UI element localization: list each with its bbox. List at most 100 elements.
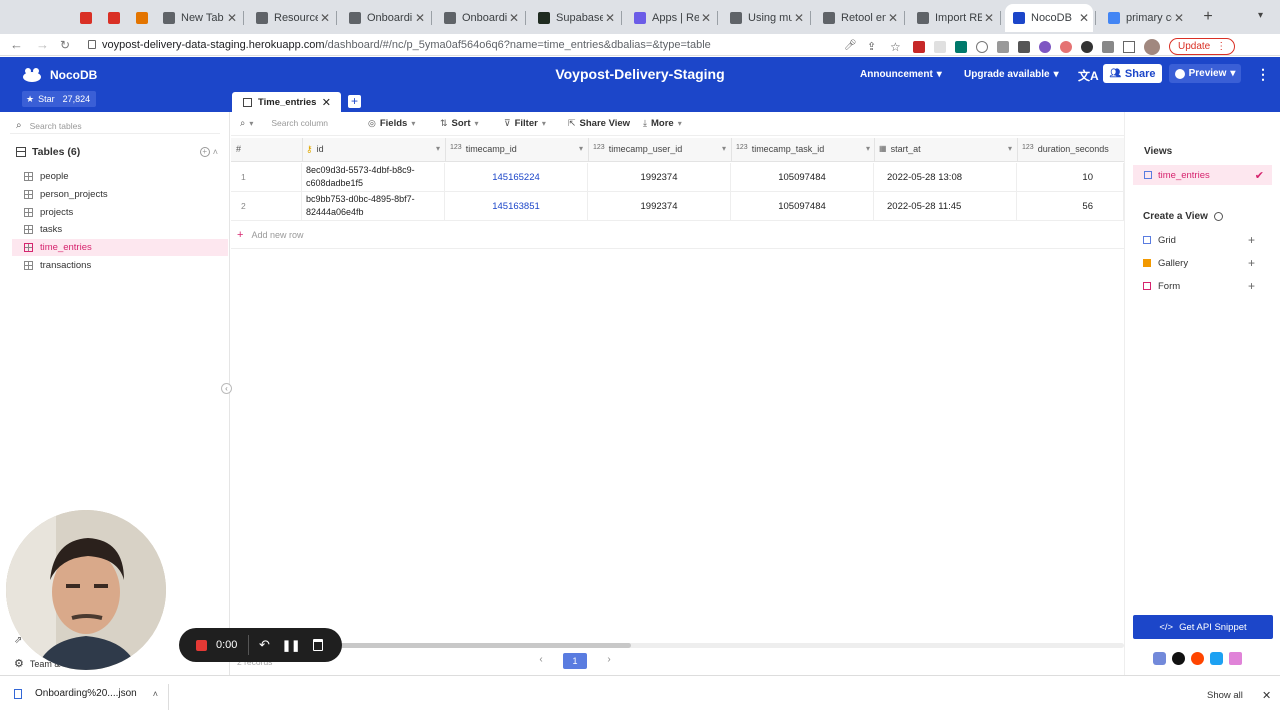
- sidebar-table-item[interactable]: projects: [12, 204, 228, 221]
- announcement-menu[interactable]: Announcement ▾: [860, 69, 942, 80]
- column-header-duration[interactable]: 123 duration_seconds: [1022, 144, 1124, 154]
- chevron-up-icon[interactable]: ˄: [213, 147, 218, 157]
- browser-tab[interactable]: Supabase ✕: [530, 4, 619, 32]
- close-tab-icon[interactable]: ✕: [413, 11, 427, 25]
- translate-icon[interactable]: 文A: [1078, 67, 1099, 84]
- undo-icon[interactable]: ↶: [259, 637, 270, 653]
- tables-header[interactable]: Tables (6) + ˄: [12, 146, 218, 158]
- add-tab-icon[interactable]: +: [348, 95, 361, 108]
- close-tab-icon[interactable]: ✕: [1077, 11, 1091, 25]
- task-id-cell[interactable]: 105097484: [731, 192, 874, 221]
- browser-tab[interactable]: Import RES✕: [909, 4, 998, 32]
- browser-tab[interactable]: Onboarding✕: [436, 4, 523, 32]
- duration-cell[interactable]: 56: [1017, 192, 1124, 221]
- close-tab-icon[interactable]: ✕: [603, 11, 617, 25]
- filter-button[interactable]: ⊽ Filter ▾: [504, 116, 546, 130]
- close-icon[interactable]: ✕: [322, 96, 331, 109]
- profile-avatar-icon[interactable]: [1144, 38, 1160, 55]
- trash-icon[interactable]: [313, 639, 324, 651]
- close-tab-icon[interactable]: ✕: [507, 11, 521, 25]
- create-gallery-view[interactable]: Gallery +: [1143, 255, 1255, 271]
- collapse-sidebar-icon[interactable]: ‹: [221, 383, 232, 394]
- page-number-button[interactable]: 1: [563, 653, 587, 669]
- browser-tab[interactable]: Resources✕: [248, 4, 334, 32]
- start-at-cell[interactable]: 2022-05-28 11:45: [874, 192, 1017, 221]
- browser-tab[interactable]: Onboarding✕: [341, 4, 429, 32]
- extension-icon-4[interactable]: [976, 40, 988, 53]
- create-form-view[interactable]: Form +: [1143, 278, 1255, 294]
- close-tab-icon[interactable]: ✕: [886, 11, 900, 25]
- discord-icon[interactable]: [1153, 652, 1166, 665]
- next-page-button[interactable]: ›: [601, 654, 617, 668]
- browser-tab[interactable]: New Tab ✕: [155, 4, 241, 32]
- more-button[interactable]: ⤓ More ▾: [643, 116, 682, 130]
- new-tab-button[interactable]: +: [1200, 9, 1216, 25]
- chevron-up-icon[interactable]: ˄: [153, 689, 158, 699]
- id-cell[interactable]: 8ec09d3d-5573-4dbf-b8c9- c608dadbe1f5: [302, 163, 445, 192]
- timecamp-id-cell[interactable]: 145165224: [445, 163, 588, 192]
- whatsapp-icon[interactable]: [1172, 652, 1185, 665]
- tab-search-icon[interactable]: ▾: [1258, 10, 1270, 22]
- add-table-icon[interactable]: +: [199, 147, 210, 157]
- close-tab-icon[interactable]: ✕: [792, 11, 806, 25]
- close-tab-icon[interactable]: ✕: [699, 11, 713, 25]
- calendar-icon[interactable]: [1229, 652, 1242, 665]
- extension-icon-6[interactable]: [1018, 40, 1030, 53]
- create-grid-view[interactable]: Grid +: [1143, 232, 1255, 248]
- browser-tab[interactable]: Using multi✕: [722, 4, 808, 32]
- close-icon[interactable]: ✕: [1262, 689, 1271, 702]
- sidebar-table-item[interactable]: transactions: [12, 257, 228, 274]
- close-tab-icon[interactable]: ✕: [225, 11, 239, 25]
- upgrade-menu[interactable]: Upgrade available ▾: [964, 69, 1059, 80]
- start-at-cell[interactable]: 2022-05-28 13:08: [874, 163, 1017, 192]
- close-tab-icon[interactable]: ✕: [318, 11, 332, 25]
- extension-icon-1[interactable]: [913, 40, 925, 53]
- search-column[interactable]: ⌕ ▾ Search column: [240, 116, 328, 130]
- download-item[interactable]: Onboarding%20....json ˄: [14, 688, 158, 699]
- forward-icon[interactable]: →: [36, 37, 50, 52]
- preview-button[interactable]: Preview ▾: [1169, 64, 1241, 83]
- extension-icon-3[interactable]: [955, 40, 967, 53]
- column-header-user-id[interactable]: 123 timecamp_user_id ▾: [593, 144, 726, 154]
- share-page-icon[interactable]: ⇪: [867, 40, 881, 54]
- column-header-task-id[interactable]: 123 timecamp_task_id ▾: [736, 144, 870, 154]
- sort-button[interactable]: ⇅ Sort ▾: [440, 116, 479, 130]
- sidebar-table-item[interactable]: person_projects: [12, 186, 228, 203]
- task-id-cell[interactable]: 105097484: [731, 163, 874, 192]
- show-all-button[interactable]: Show all: [1207, 690, 1243, 701]
- user-id-cell[interactable]: 1992374: [588, 163, 731, 192]
- pause-icon[interactable]: ❚❚: [282, 639, 300, 652]
- browser-tab[interactable]: [72, 4, 98, 32]
- browser-tab[interactable]: [128, 4, 153, 32]
- sidebar-table-item[interactable]: time_entries: [12, 239, 228, 257]
- share-button[interactable]: 👥︎ Share: [1103, 64, 1162, 83]
- get-api-snippet-button[interactable]: </> Get API Snippet: [1133, 615, 1273, 639]
- close-tab-icon[interactable]: ✕: [982, 11, 996, 25]
- timecamp-id-cell[interactable]: 145163851: [445, 192, 588, 221]
- extension-icon-9[interactable]: [1081, 40, 1093, 53]
- sidebar-table-item[interactable]: people: [12, 168, 228, 185]
- id-cell[interactable]: bc9bb753-d0bc-4895-8bf7- 82444a06e4fb: [302, 192, 445, 221]
- update-button[interactable]: Update ⋮: [1169, 38, 1236, 55]
- extension-icon-8[interactable]: [1060, 40, 1072, 53]
- url-field[interactable]: voypost-delivery-data-staging.herokuapp.…: [102, 39, 711, 51]
- browser-tab[interactable]: primary col✕: [1100, 4, 1188, 32]
- column-header-start-at[interactable]: ▦ start_at ▾: [879, 144, 1012, 154]
- close-tab-icon[interactable]: ✕: [1172, 11, 1186, 25]
- current-view-item[interactable]: time_entries ✔: [1133, 165, 1272, 185]
- browser-tab[interactable]: Retool envir✕: [815, 4, 902, 32]
- reload-icon[interactable]: ↻: [60, 38, 74, 52]
- bookmark-star-icon[interactable]: ☆: [890, 40, 904, 54]
- browser-tab[interactable]: Apps | Retool✕: [626, 4, 715, 32]
- github-star-badge[interactable]: ★ Star 27,824: [22, 91, 96, 107]
- prev-page-button[interactable]: ‹: [533, 654, 549, 668]
- user-id-cell[interactable]: 1992374: [588, 192, 731, 221]
- add-new-row[interactable]: + Add new row: [231, 222, 1124, 249]
- puzzle-icon[interactable]: [1102, 40, 1114, 53]
- search-tables[interactable]: ⌕ Search tables: [10, 118, 220, 134]
- stop-recording-button[interactable]: [196, 639, 207, 651]
- extension-icon-7[interactable]: [1039, 40, 1051, 53]
- sidebar-table-item[interactable]: tasks: [12, 221, 228, 238]
- column-header-id[interactable]: ⚷ id ▾: [306, 144, 440, 155]
- back-icon[interactable]: ←: [10, 37, 24, 52]
